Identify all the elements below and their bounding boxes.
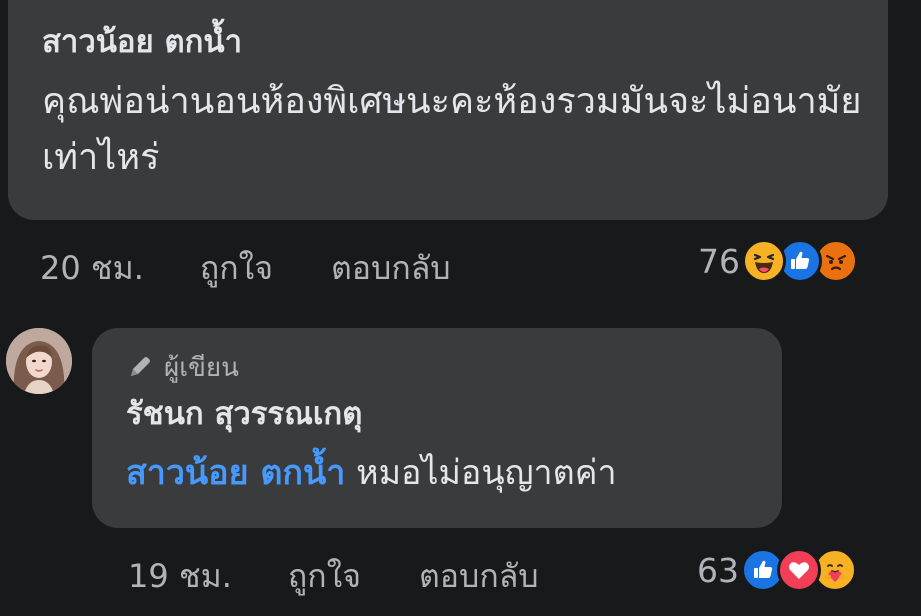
author-badge-label: ผู้เขียน [164,352,239,383]
comment-author[interactable]: รัชนก สุวรรณเกตุ [126,392,752,436]
comment-text: สาวน้อย ตกน้ำ หมอไม่อนุญาตค่า [126,450,752,496]
comment-actions: 19 ชม. ถูกใจ ตอบกลับ [128,551,539,601]
author-badge: ผู้เขียน [126,348,752,386]
reaction-count: 63 [697,550,739,590]
like-button[interactable]: ถูกใจ [288,551,361,602]
comment-text: คุณพ่อน่านอนห้องพิเศษนะคะห้องรวมมันจะไม่… [42,81,862,178]
reaction-summary[interactable]: 76 [698,236,858,286]
reaction-count: 76 [698,241,740,281]
comment-actions: 20 ชม. ถูกใจ ตอบกลับ [40,243,451,293]
comment-bubble: สาวน้อย ตกน้ำ คุณพ่อน่านอนห้องพิเศษนะคะห… [8,0,888,220]
avatar-image [6,328,72,394]
reaction-summary[interactable]: 63 [697,545,857,595]
comment-thread: สาวน้อย ตกน้ำ คุณพ่อน่านอนห้องพิเศษนะคะห… [0,0,921,616]
comment-text-body: หมอไม่อนุญาตค่า [356,453,617,493]
mention-link[interactable]: สาวน้อย ตกน้ำ [126,453,345,493]
reply-button[interactable]: ตอบกลับ [419,551,539,602]
comment-timestamp[interactable]: 20 ชม. [40,243,144,294]
like-button[interactable]: ถูกใจ [200,243,273,294]
love-icon [777,548,821,592]
reply-button[interactable]: ตอบกลับ [331,243,451,294]
reply-bubble: ผู้เขียน รัชนก สุวรรณเกตุ สาวน้อย ตกน้ำ … [92,328,782,528]
haha-icon [742,239,786,283]
comment-author[interactable]: สาวน้อย ตกน้ำ [42,20,858,64]
avatar[interactable] [6,328,72,394]
pencil-icon [131,357,150,376]
comment-timestamp[interactable]: 19 ชม. [128,551,232,602]
